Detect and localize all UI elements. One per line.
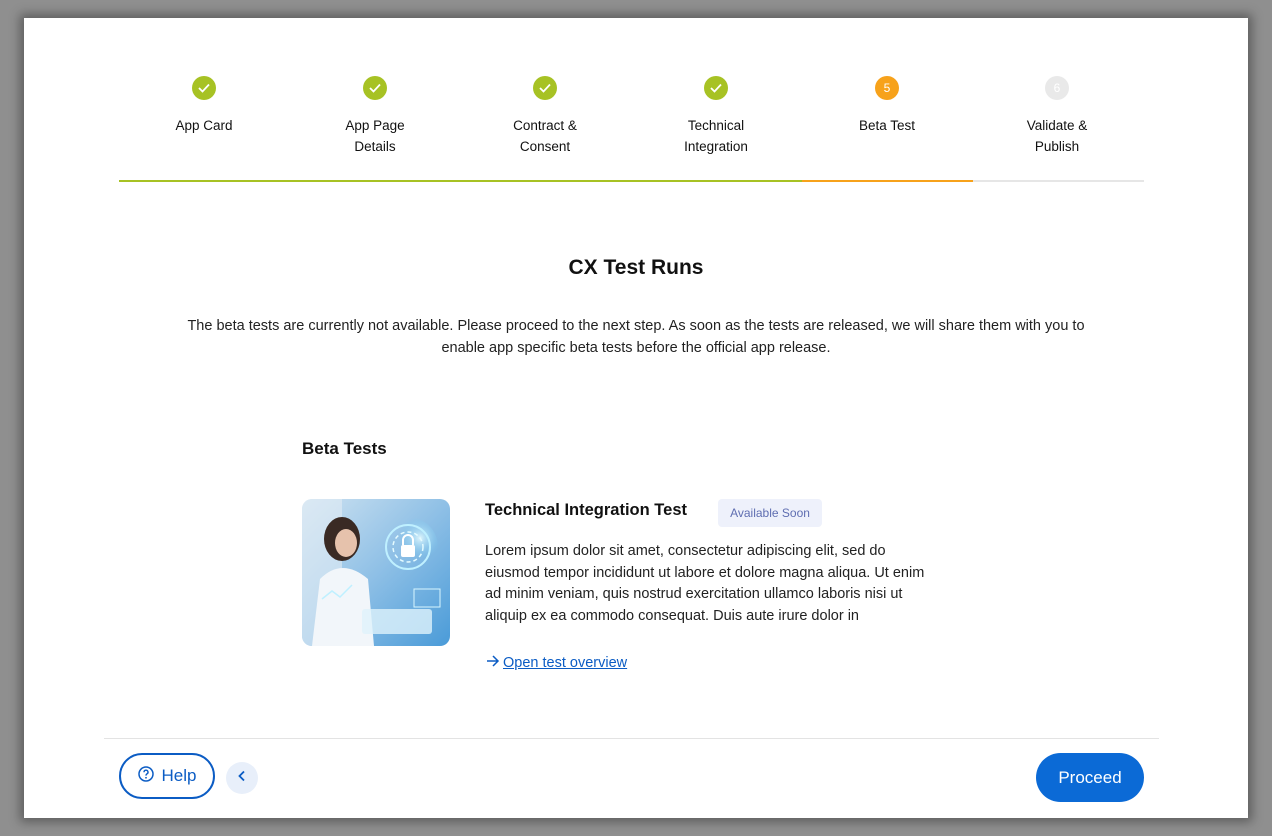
step-label: App Page Details bbox=[345, 118, 405, 154]
status-badge: Available Soon bbox=[718, 499, 822, 527]
progress-completed-segment bbox=[119, 180, 802, 182]
section-title: Beta Tests bbox=[302, 439, 387, 458]
step-label: Contract & Consent bbox=[513, 118, 577, 154]
progress-track bbox=[119, 180, 1144, 182]
link-label: Open test overview bbox=[503, 655, 628, 671]
check-icon bbox=[533, 76, 557, 100]
step-number-badge: 6 bbox=[1045, 76, 1069, 100]
open-test-overview-link[interactable]: Open test overview bbox=[485, 654, 627, 672]
step-app-card[interactable]: App Card bbox=[119, 76, 289, 136]
footer-divider bbox=[104, 738, 1159, 739]
test-card-title: Technical Integration Test bbox=[485, 501, 688, 519]
check-icon bbox=[704, 76, 728, 100]
step-number-badge: 5 bbox=[875, 76, 899, 100]
chevron-left-icon bbox=[237, 769, 247, 787]
step-technical-integration[interactable]: Technical Integration bbox=[631, 76, 801, 157]
test-thumbnail-image bbox=[302, 499, 450, 646]
back-button[interactable] bbox=[226, 762, 258, 794]
help-button[interactable]: Help bbox=[119, 753, 215, 799]
help-label: Help bbox=[161, 766, 197, 785]
step-label: Technical Integration bbox=[684, 118, 748, 154]
arrow-right-icon bbox=[485, 654, 501, 672]
step-contract-consent[interactable]: Contract & Consent bbox=[460, 76, 630, 157]
check-icon bbox=[363, 76, 387, 100]
test-card-description: Lorem ipsum dolor sit amet, consectetur … bbox=[485, 543, 925, 624]
step-app-page-details[interactable]: App Page Details bbox=[290, 76, 460, 157]
step-validate-publish[interactable]: 6 Validate & Publish bbox=[972, 76, 1142, 157]
intro-text: The beta tests are currently not availab… bbox=[187, 318, 1085, 356]
page-title: CX Test Runs bbox=[568, 256, 704, 279]
help-circle-icon bbox=[137, 765, 154, 787]
proceed-button[interactable]: Proceed bbox=[1036, 753, 1144, 802]
progress-active-segment bbox=[802, 180, 973, 182]
step-label: Validate & Publish bbox=[1026, 118, 1088, 154]
step-label: App Card bbox=[175, 118, 233, 133]
page-frame: App Card App Page Details Contract & Con… bbox=[24, 18, 1248, 818]
check-icon bbox=[192, 76, 216, 100]
step-beta-test[interactable]: 5 Beta Test bbox=[802, 76, 972, 136]
step-label: Beta Test bbox=[858, 118, 916, 133]
progress-stepper: App Card App Page Details Contract & Con… bbox=[119, 18, 1144, 184]
